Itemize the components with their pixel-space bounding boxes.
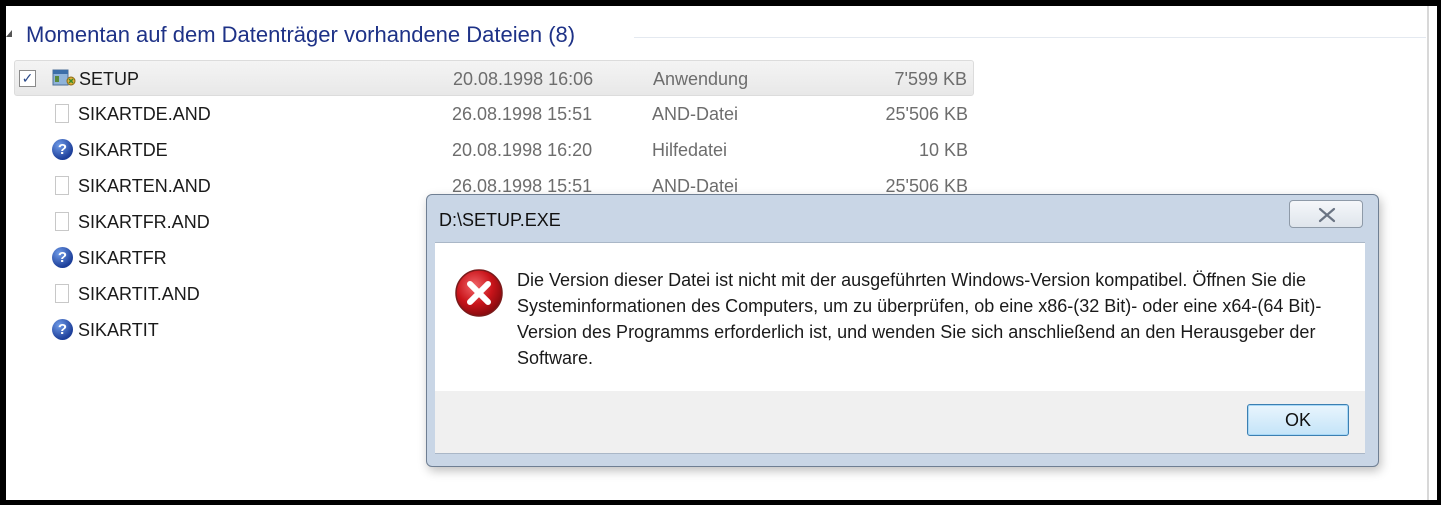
help-file-icon: ? — [51, 246, 75, 270]
file-name: SIKARTIT.AND — [78, 284, 200, 304]
help-file-icon: ? — [51, 138, 75, 162]
file-name: SIKARTFR.AND — [78, 212, 210, 232]
dialog-footer: OK — [435, 391, 1365, 454]
ok-button[interactable]: OK — [1247, 404, 1349, 436]
error-message: Die Version dieser Datei ist nicht mit d… — [517, 270, 1322, 368]
group-divider — [634, 37, 1426, 38]
file-type: Anwendung — [653, 69, 749, 89]
application-icon — [52, 67, 76, 91]
file-type: Hilfedatei — [652, 140, 728, 160]
document-icon — [51, 174, 75, 198]
file-size: 7'599 KB — [894, 69, 968, 89]
file-name: SETUP — [79, 69, 140, 89]
close-button[interactable] — [1289, 200, 1363, 228]
window-edge — [1427, 6, 1429, 500]
file-date: 20.08.1998 16:06 — [453, 69, 594, 89]
dialog-body: Die Version dieser Datei ist nicht mit d… — [435, 242, 1365, 391]
file-name: SIKARTEN.AND — [78, 176, 211, 196]
document-icon — [51, 102, 75, 126]
document-icon — [51, 282, 75, 306]
collapse-arrow-icon[interactable] — [6, 30, 12, 37]
file-row[interactable]: SIKARTDE.AND 26.08.1998 15:51 AND-Datei … — [14, 96, 974, 132]
file-row[interactable]: ? SIKARTDE 20.08.1998 16:20 Hilfedatei 1… — [14, 132, 974, 168]
file-row[interactable]: ✓ SETUP 20.08.1998 16:06 Anwendung 7'599… — [14, 60, 974, 96]
file-size: 10 KB — [918, 140, 968, 160]
file-group-header[interactable]: Momentan auf dem Datenträger vorhandene … — [6, 20, 1426, 50]
file-size: 25'506 KB — [885, 104, 968, 124]
file-date: 26.08.1998 15:51 — [452, 104, 593, 124]
group-title: Momentan auf dem Datenträger vorhandene … — [26, 22, 576, 47]
file-name: SIKARTFR — [78, 248, 167, 268]
document-icon — [51, 210, 75, 234]
row-checkbox[interactable]: ✓ — [19, 70, 36, 87]
error-dialog: D:\SETUP.EXE Die Version dieser Datei is… — [426, 194, 1379, 467]
file-date: 20.08.1998 16:20 — [452, 140, 593, 160]
close-icon — [1318, 207, 1336, 223]
file-name: SIKARTDE.AND — [78, 104, 211, 124]
help-file-icon: ? — [51, 318, 75, 342]
file-type: AND-Datei — [652, 104, 739, 124]
file-name: SIKARTDE — [78, 140, 168, 160]
error-icon — [455, 269, 503, 317]
dialog-title: D:\SETUP.EXE — [439, 210, 561, 230]
file-name: SIKARTIT — [78, 320, 159, 340]
